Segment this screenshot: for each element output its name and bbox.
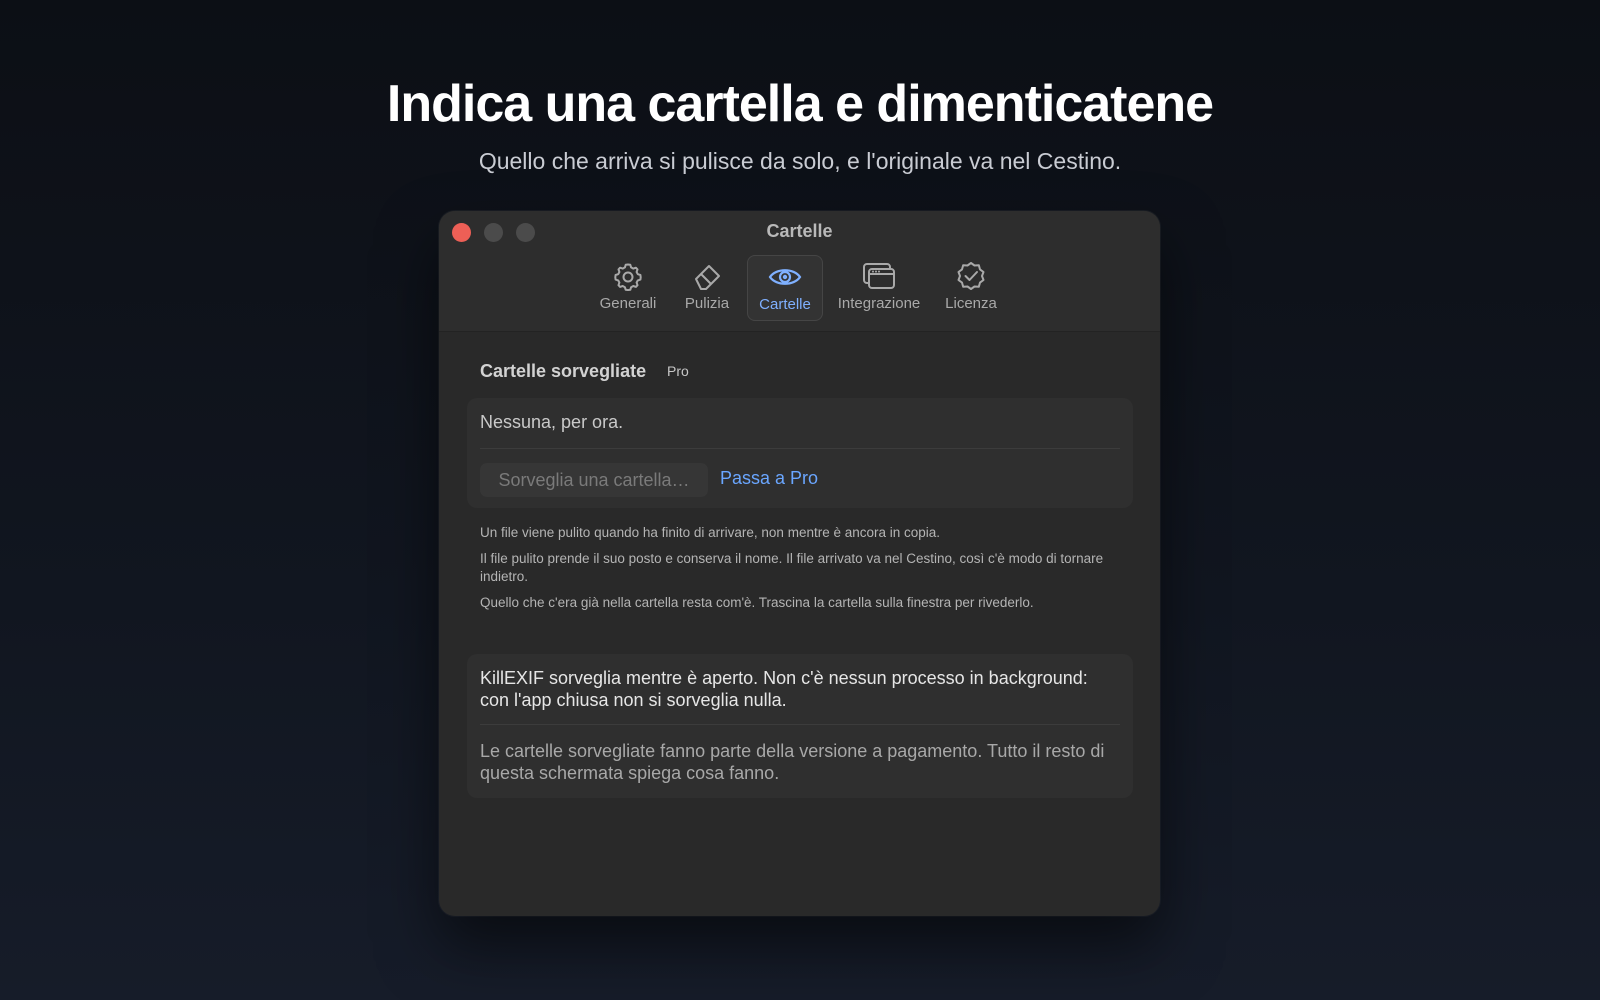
section-title: Cartelle sorvegliate [480,361,647,381]
window-title: Cartelle [766,221,833,241]
card-divider [480,724,1120,725]
hero-title: Indica una cartella e dimenticatene [386,75,1214,133]
tab-licenza[interactable]: Licenza [937,255,1005,321]
info-primary-text: KillEXIF sorveglia mentre è aperto. Non … [480,668,1088,710]
info-secondary-text: Le cartelle sorvegliate fanno parte dell… [480,741,1105,783]
empty-state-text: Nessuna, per ora. [480,412,624,432]
eraser-icon [690,261,724,291]
tab-pulizia[interactable]: Pulizia [675,255,739,321]
tab-generali[interactable]: Generali [588,255,668,321]
preferences-toolbar: Generali Pulizia Cartelle Integrazione L… [439,255,1160,321]
tab-cartelle[interactable]: Cartelle [747,255,823,321]
watch-folder-button[interactable]: Sorveglia una cartella… [480,463,708,497]
info-card: KillEXIF sorveglia mentre è aperto. Non … [467,654,1133,798]
tab-integrazione[interactable]: Integrazione [829,255,929,321]
note-trash-original: Il file pulito prende il suo posto e con… [480,551,1104,584]
checkmark-seal-icon [954,261,988,291]
pro-badge: Pro [667,363,689,379]
gear-icon [611,261,645,291]
note-existing-files: Quello che c'era già nella cartella rest… [480,595,1034,610]
tab-licenza-label: Licenza [945,295,997,312]
watched-folders-card: Nessuna, per ora. Sorveglia una cartella… [467,398,1133,508]
upgrade-pro-link[interactable]: Passa a Pro [720,468,818,489]
tab-pulizia-label: Pulizia [684,295,730,312]
hero-subtitle: Quello che arriva si pulisce da solo, e … [478,148,1122,174]
tab-cartelle-label: Cartelle [759,296,811,313]
tab-generali-label: Generali [599,295,657,312]
card-divider [480,448,1120,449]
preferences-window: Cartelle Generali Pulizia Cartelle Integ… [439,211,1160,916]
title-bar: Cartelle Generali Pulizia Cartelle Integ… [439,211,1160,332]
windows-icon [862,261,896,291]
eye-icon [768,262,802,292]
note-copy-finish: Un file viene pulito quando ha finito di… [480,525,941,540]
tab-integrazione-label: Integrazione [837,295,921,312]
